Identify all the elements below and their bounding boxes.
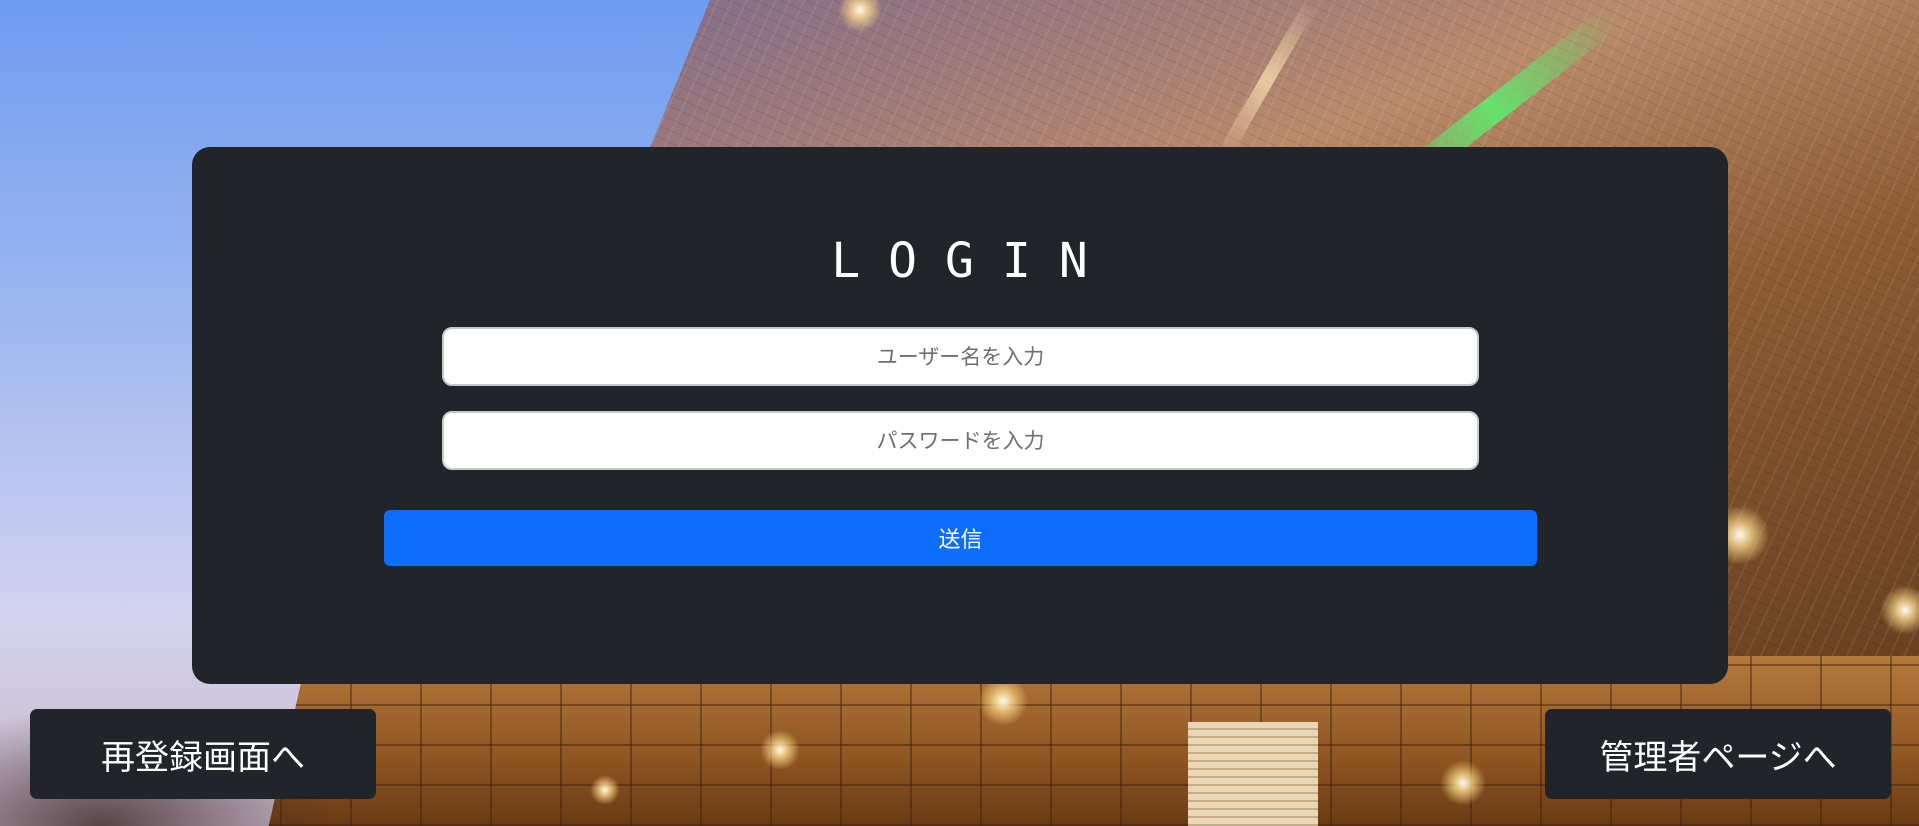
submit-button[interactable]: 送信 (384, 510, 1537, 566)
username-input[interactable] (442, 327, 1479, 386)
ceiling-light (1440, 760, 1486, 806)
admin-page-button[interactable]: 管理者ページへ (1545, 709, 1891, 799)
ceiling-light (590, 775, 620, 805)
ceiling-light (760, 730, 800, 770)
login-title: LOGIN (831, 233, 1116, 289)
building-column (1188, 722, 1318, 826)
password-input[interactable] (442, 411, 1479, 470)
reregister-button[interactable]: 再登録画面へ (30, 709, 376, 799)
